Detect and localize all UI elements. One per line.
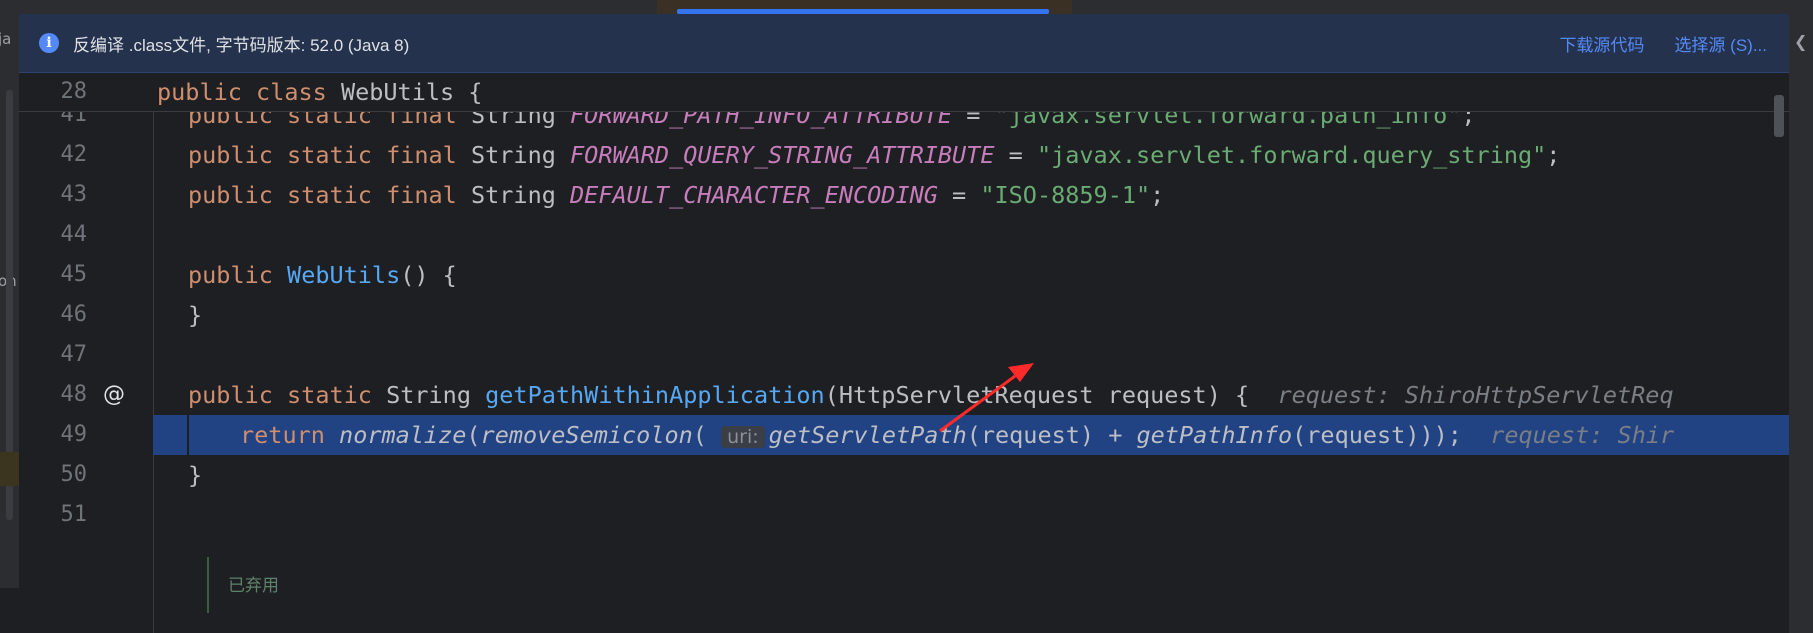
method-call: getServletPath bbox=[768, 421, 967, 449]
decompiled-class-banner: i 反编译 .class文件, 字节码版本: 52.0 (Java 8) 下载源… bbox=[19, 14, 1789, 73]
indent-guide bbox=[187, 415, 189, 455]
method-name: getPathWithinApplication bbox=[485, 381, 825, 409]
keyword: public bbox=[188, 261, 273, 289]
panel-text-fragment: ja bbox=[0, 30, 12, 48]
code-line-45[interactable]: 45 public WebUtils() { bbox=[19, 255, 1789, 295]
brace: { bbox=[468, 78, 483, 106]
debugger-inline-value: request: ShiroHttpServletReq bbox=[1277, 381, 1674, 409]
doc-comment-bar bbox=[207, 557, 215, 613]
code-text: } bbox=[188, 301, 203, 329]
panel-lower-area bbox=[0, 588, 19, 633]
code-text: ( bbox=[466, 421, 481, 449]
modifiers: public static final bbox=[188, 181, 457, 209]
code-text: } bbox=[188, 461, 203, 489]
modifiers: public static final bbox=[188, 141, 457, 169]
override-at-icon[interactable]: @ bbox=[101, 382, 127, 408]
type-name: String bbox=[386, 381, 471, 409]
debugger-inline-value: request: Shir bbox=[1490, 421, 1675, 449]
string-literal: "javax.servlet.forward.query_string" bbox=[1036, 141, 1547, 169]
line-number: 45 bbox=[60, 262, 88, 287]
semicolon: ; bbox=[1150, 181, 1165, 209]
chevron-left-icon[interactable]: ❮ bbox=[1794, 32, 1807, 51]
type-name: String bbox=[470, 181, 556, 209]
choose-sources-link[interactable]: 选择源 (S)... bbox=[1674, 31, 1767, 56]
editor-scrollbar-thumb[interactable] bbox=[1774, 95, 1784, 137]
info-icon: i bbox=[39, 33, 59, 53]
line-number: 47 bbox=[60, 342, 88, 367]
banner-actions: 下载源代码 选择源 (S)... bbox=[1559, 14, 1767, 72]
string-literal: "ISO-8859-1" bbox=[980, 181, 1151, 209]
line-number: 28 bbox=[60, 79, 88, 104]
code-line-43[interactable]: 43 public static final String DEFAULT_CH… bbox=[19, 175, 1789, 215]
line-number: 42 bbox=[60, 142, 88, 167]
editor-tab-strip bbox=[19, 0, 1789, 14]
method-call: normalize bbox=[339, 421, 467, 449]
keyword: return bbox=[240, 421, 325, 449]
code-text: () { bbox=[400, 261, 457, 289]
code-line-44[interactable]: 44 bbox=[19, 215, 1789, 255]
operator: = bbox=[1008, 141, 1023, 169]
project-panel-edge: ja on bbox=[0, 0, 20, 633]
code-line-48[interactable]: 48 @ public static String getPathWithinA… bbox=[19, 375, 1789, 415]
method-call: removeSemicolon bbox=[480, 421, 693, 449]
code-line-51[interactable]: 51 bbox=[19, 495, 1789, 535]
keyword: class bbox=[256, 78, 327, 106]
type-name: String bbox=[470, 141, 556, 169]
gutter-line-49: 49 bbox=[19, 415, 153, 455]
line-number: 43 bbox=[60, 182, 88, 207]
field-name: DEFAULT_CHARACTER_ENCODING bbox=[570, 181, 938, 209]
line-number: 48 bbox=[60, 382, 88, 407]
line-number: 46 bbox=[60, 302, 88, 327]
banner-message: 反编译 .class文件, 字节码版本: 52.0 (Java 8) bbox=[73, 35, 410, 55]
panel-selected-row[interactable] bbox=[0, 452, 19, 486]
line-number: 49 bbox=[60, 422, 88, 447]
operator: = bbox=[952, 181, 967, 209]
sticky-class-header[interactable]: 28 public class WebUtils { bbox=[19, 73, 1789, 112]
parameter-hint: uri: bbox=[721, 426, 765, 448]
active-editor-tab[interactable] bbox=[657, 0, 1072, 14]
constructor-name: WebUtils bbox=[287, 261, 401, 289]
download-sources-link[interactable]: 下载源代码 bbox=[1559, 31, 1644, 56]
line-number: 51 bbox=[60, 502, 88, 527]
code-text: (request))); bbox=[1292, 421, 1462, 449]
code-line-42[interactable]: 42 public static final String FORWARD_QU… bbox=[19, 135, 1789, 175]
code-text: ( bbox=[692, 421, 707, 449]
code-editor[interactable]: 41 public static final String FORWARD_PA… bbox=[19, 73, 1789, 633]
execution-line-49[interactable]: return normalize(removeSemicolon( uri: ge… bbox=[153, 415, 1789, 455]
field-name: FORWARD_QUERY_STRING_ATTRIBUTE bbox=[570, 141, 995, 169]
code-line-47[interactable]: 47 bbox=[19, 335, 1789, 375]
method-call: getPathInfo bbox=[1136, 421, 1293, 449]
line-number: 44 bbox=[60, 222, 88, 247]
code-text: (request) + bbox=[966, 421, 1137, 449]
code-line-46[interactable]: 46 } bbox=[19, 295, 1789, 335]
semicolon: ; bbox=[1546, 141, 1561, 169]
code-line-50[interactable]: 50 } bbox=[19, 455, 1789, 495]
code-text: (HttpServletRequest request) { bbox=[824, 381, 1250, 409]
class-name: WebUtils bbox=[340, 78, 455, 106]
right-tool-strip: ❮ bbox=[1789, 0, 1813, 633]
keyword: public bbox=[157, 78, 242, 106]
modifiers: public static bbox=[188, 381, 372, 409]
line-number: 50 bbox=[60, 462, 88, 487]
deprecated-doc-comment: 已弃用 bbox=[228, 576, 279, 595]
